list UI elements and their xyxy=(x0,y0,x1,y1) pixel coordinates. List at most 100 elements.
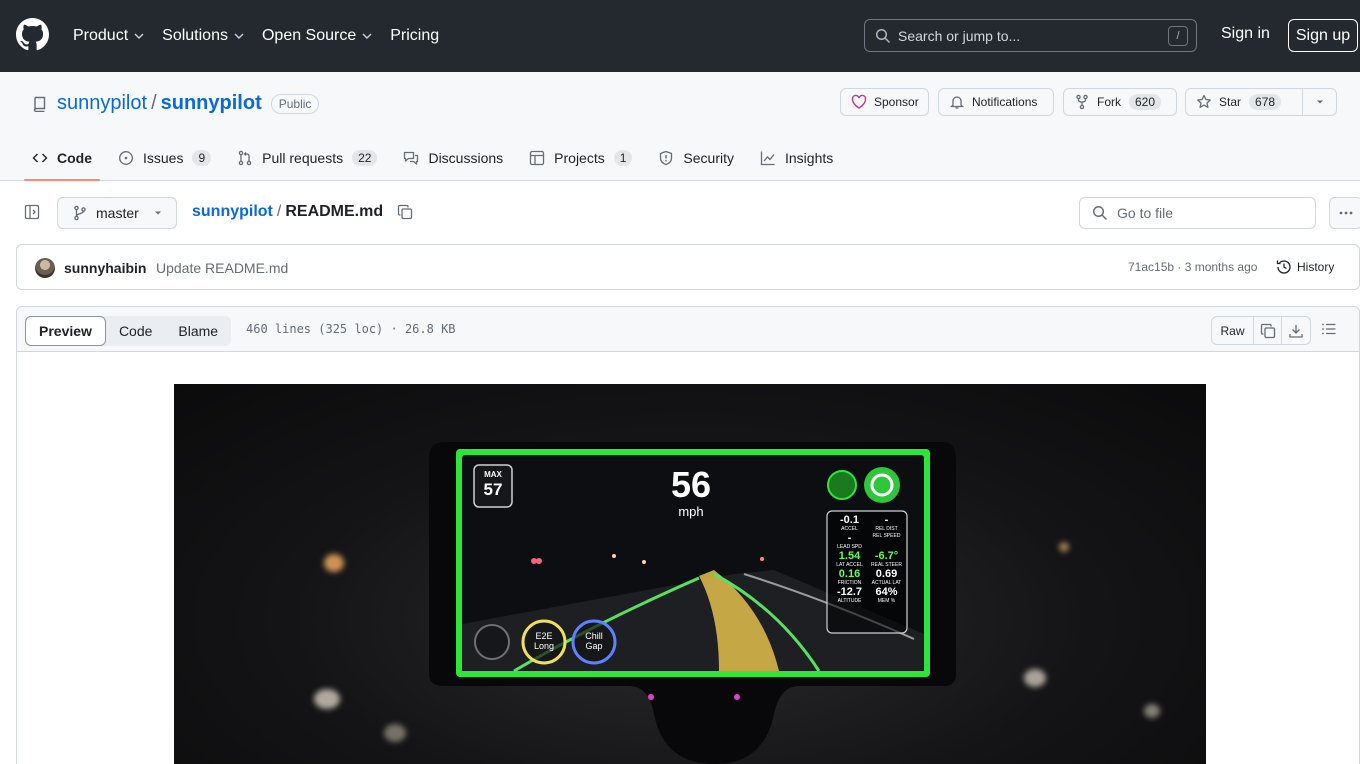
speed-unit: mph xyxy=(678,504,704,519)
projects-icon xyxy=(530,150,545,165)
commit-message[interactable]: Update README.md xyxy=(156,260,288,276)
more-options-button[interactable] xyxy=(1329,197,1360,229)
go-to-file-input[interactable]: Go to file xyxy=(1079,197,1316,229)
stat-actual-lat: 0.69 ACTUAL LAT xyxy=(871,568,902,587)
blame-tab[interactable]: Blame xyxy=(165,316,231,346)
list-outline-icon[interactable] xyxy=(1321,321,1337,337)
stat-friction: 0.16 FRICTION xyxy=(837,568,862,587)
chevron-down-icon xyxy=(134,33,144,39)
sign-in-link[interactable]: Sign in xyxy=(1221,25,1270,43)
stat-rel-speed: REL SPEED xyxy=(872,533,901,539)
repo-tabs: Code Issues 9 Pull requests 22 Discussio… xyxy=(24,134,859,181)
tab-insights[interactable]: Insights xyxy=(760,134,833,181)
stat-lat-accel: 1.54 LAT ACCEL xyxy=(836,550,863,569)
nav-solutions[interactable]: Solutions xyxy=(162,27,244,45)
global-header: Product Solutions Open Source Pricing Se… xyxy=(0,0,1360,72)
nav-open-source[interactable]: Open Source xyxy=(262,27,372,45)
max-speed: 57 xyxy=(483,480,503,499)
lead-car-icon xyxy=(827,470,857,500)
fork-button[interactable]: Fork 620 xyxy=(1063,88,1177,116)
file-nav-bar: master sunnypilot / README.md Go to file xyxy=(0,181,1360,243)
projects-count: 1 xyxy=(613,149,633,166)
breadcrumb: sunnypilot / README.md xyxy=(192,203,413,221)
fork-count: 620 xyxy=(1129,94,1162,110)
commit-author[interactable]: sunnyhaibin xyxy=(64,260,146,276)
heart-icon xyxy=(851,94,867,109)
pull-request-icon xyxy=(238,150,252,165)
nav-pricing[interactable]: Pricing xyxy=(390,27,439,45)
tire-icon xyxy=(474,624,510,660)
star-button[interactable]: Star 678 xyxy=(1185,88,1337,116)
e2e-long-label: E2E Long xyxy=(533,631,555,651)
tab-projects[interactable]: Projects 1 xyxy=(529,134,633,181)
breadcrumb-repo-link[interactable]: sunnypilot xyxy=(192,203,273,221)
avatar[interactable] xyxy=(35,258,55,278)
indicator-light xyxy=(648,694,654,700)
notifications-button[interactable]: Notifications xyxy=(938,88,1054,116)
shield-icon xyxy=(660,150,673,165)
repo-owner-link[interactable]: sunnypilot xyxy=(57,92,147,115)
indicator-light xyxy=(734,694,740,700)
repo-header: sunnypilot / sunnypilot Public Sponsor N… xyxy=(0,72,1360,181)
search-input[interactable]: Search or jump to... / xyxy=(864,19,1197,52)
tab-pull-requests[interactable]: Pull requests 22 xyxy=(237,134,378,181)
steering-wheel-icon xyxy=(864,467,900,503)
file-stats: 460 lines (325 loc) · 26.8 KB xyxy=(246,322,456,336)
kebab-horizontal-icon xyxy=(1339,211,1353,215)
repo-name-link[interactable]: sunnypilot xyxy=(161,92,262,115)
branch-name: master xyxy=(96,205,139,221)
branch-icon xyxy=(74,205,86,221)
readme-image: MAX 57 56 mph E2E Long Chill Gap -0.1 ACC… xyxy=(174,384,1206,764)
view-mode-switch: Preview Code Blame xyxy=(25,316,232,346)
search-placeholder: Search or jump to... xyxy=(898,28,1021,44)
caret-down-icon xyxy=(154,211,161,215)
download-button[interactable] xyxy=(1282,317,1310,344)
tab-issues[interactable]: Issues 9 xyxy=(118,134,212,181)
issue-icon xyxy=(119,150,133,165)
repo-separator: / xyxy=(151,92,157,114)
latest-commit: sunnyhaibin Update README.md 71ac15b · 3… xyxy=(16,244,1360,290)
issues-count: 9 xyxy=(192,149,212,166)
stat-accel: -0.1 ACCEL xyxy=(840,514,859,533)
graph-icon xyxy=(760,151,775,165)
sign-up-button[interactable]: Sign up xyxy=(1288,19,1358,52)
stat-altitude: -12.7 ALTITUDE xyxy=(836,586,863,605)
commit-sha-time[interactable]: 71ac15b · 3 months ago xyxy=(1128,260,1257,274)
street-light xyxy=(612,554,616,558)
search-icon xyxy=(875,28,891,44)
main-nav: Product Solutions Open Source Pricing xyxy=(73,0,457,72)
stat-lead-spd: - LEAD SPD xyxy=(837,532,862,551)
bell-icon xyxy=(949,96,965,109)
tab-code[interactable]: Code xyxy=(24,134,100,181)
star-dropdown[interactable] xyxy=(1302,89,1337,115)
tail-light xyxy=(536,558,542,564)
breadcrumb-file: README.md xyxy=(285,203,384,220)
file-viewer: Preview Code Blame 460 lines (325 loc) ·… xyxy=(16,306,1360,764)
stat-mem: 64% MEM % xyxy=(875,586,898,605)
preview-tab[interactable]: Preview xyxy=(25,316,106,346)
sponsor-button[interactable]: Sponsor xyxy=(840,88,929,116)
copy-icon[interactable] xyxy=(397,204,413,220)
raw-button[interactable]: Raw xyxy=(1212,317,1254,344)
street-light xyxy=(760,557,764,561)
history-button[interactable]: History xyxy=(1276,259,1334,275)
copy-raw-button[interactable] xyxy=(1254,317,1282,344)
history-icon xyxy=(1276,260,1291,274)
file-viewer-toolbar: Preview Code Blame 460 lines (325 loc) ·… xyxy=(17,307,1359,352)
repo-title: sunnypilot / sunnypilot Public xyxy=(32,92,320,115)
nav-product[interactable]: Product xyxy=(73,27,144,45)
tab-discussions[interactable]: Discussions xyxy=(403,134,503,181)
caret-down-icon xyxy=(1317,100,1323,104)
code-icon xyxy=(32,153,48,162)
street-light xyxy=(642,560,646,564)
chill-gap-label: Chill Gap xyxy=(585,631,603,651)
current-speed: 56 xyxy=(670,464,712,505)
github-logo-icon[interactable] xyxy=(16,18,49,51)
chevron-down-icon xyxy=(234,33,244,39)
tab-security[interactable]: Security xyxy=(658,134,734,181)
copy-icon xyxy=(1260,323,1275,338)
stat-rel-dist: - REL DIST xyxy=(875,514,898,533)
code-tab[interactable]: Code xyxy=(106,316,165,346)
sidebar-expand-icon[interactable] xyxy=(24,204,40,220)
branch-selector[interactable]: master xyxy=(57,197,177,229)
